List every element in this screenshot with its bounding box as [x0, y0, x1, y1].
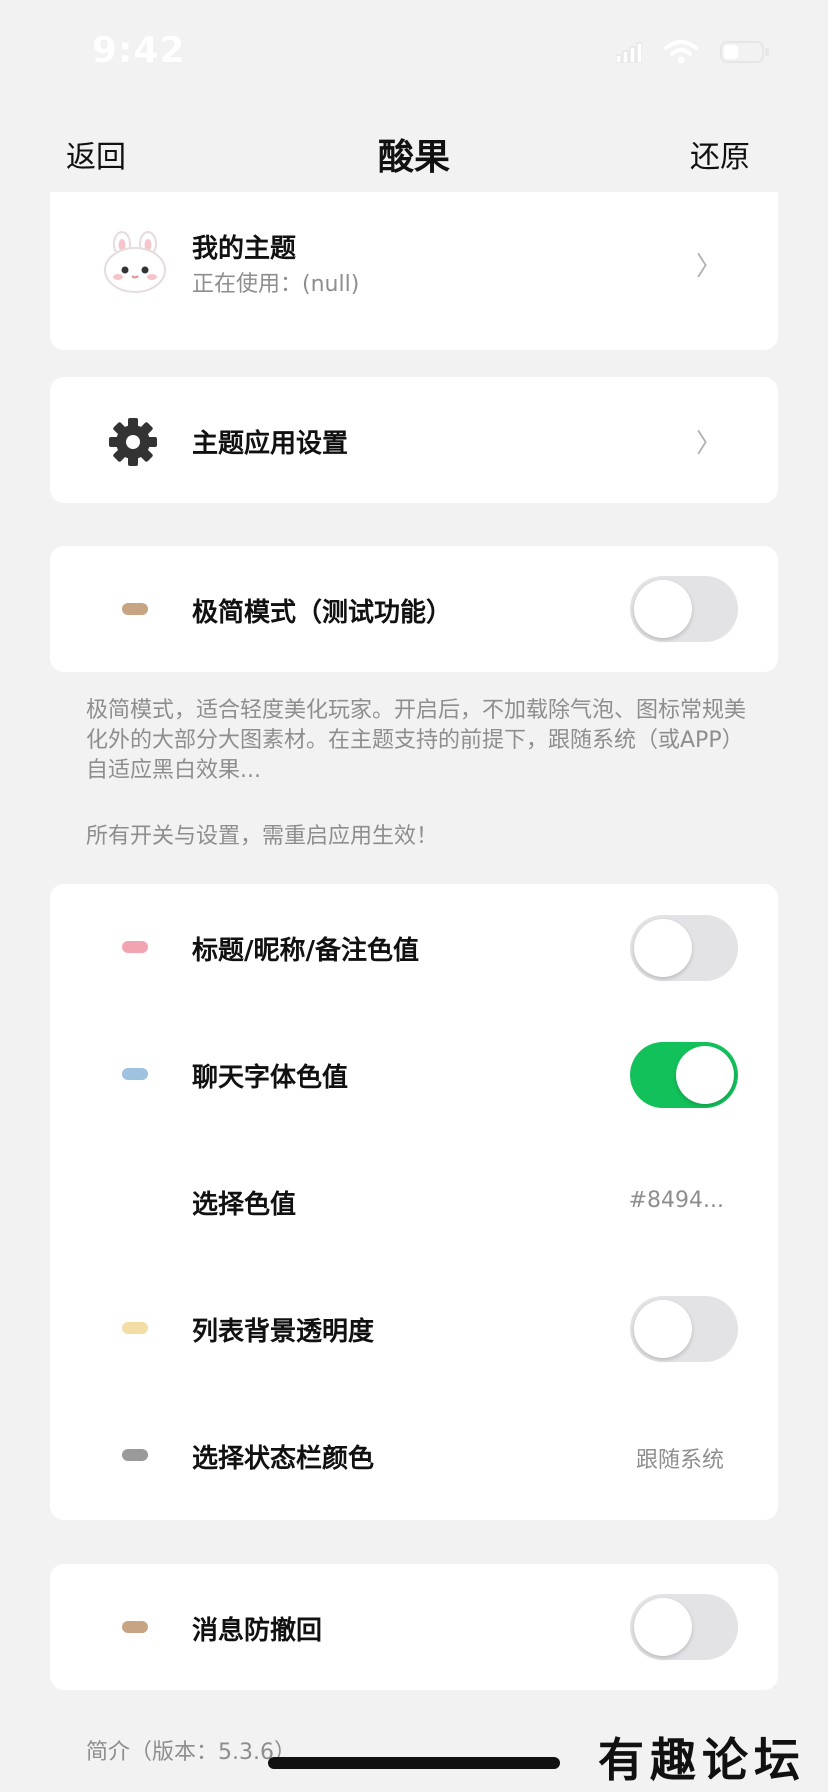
current-theme-status: 正在使用：(null) [192, 272, 360, 297]
theme-settings-card[interactable]: 主题应用设置 〉 [50, 377, 778, 503]
option-dot [122, 941, 148, 953]
title-color-toggle[interactable] [630, 915, 738, 981]
option-status-bar-color[interactable]: 选择状态栏颜色 跟随系统 [50, 1392, 778, 1520]
option-select-color[interactable]: 选择色值 #8494... [50, 1138, 778, 1266]
anti-recall-card: 消息防撤回 [50, 1564, 778, 1690]
watermark: 有趣论坛 [598, 1733, 806, 1787]
minimal-mode-dot [122, 603, 148, 615]
option-dot [122, 1068, 148, 1080]
option-label: 标题/昵称/备注色值 [192, 936, 419, 966]
anti-recall-label: 消息防撤回 [192, 1616, 323, 1646]
bunny-avatar-icon [104, 231, 166, 293]
option-list-bg-opacity: 列表背景透明度 [50, 1265, 778, 1393]
anti-recall-toggle[interactable] [630, 1594, 738, 1660]
toggle-knob [634, 1598, 692, 1656]
option-title-color: 标题/昵称/备注色值 [50, 884, 778, 1012]
wifi-icon [664, 40, 698, 64]
my-theme-title: 我的主题 [192, 234, 297, 264]
list-bg-opacity-toggle[interactable] [630, 1296, 738, 1362]
minimal-mode-description: 极简模式，适合轻度美化玩家。开启后，不加载除气泡、图标常规美化外的大部分大图素材… [86, 698, 747, 783]
reset-button[interactable]: 还原 [690, 132, 750, 176]
theme-settings-title: 主题应用设置 [192, 429, 349, 459]
toggle-knob [634, 580, 692, 638]
chat-font-color-toggle[interactable] [630, 1042, 738, 1108]
restart-note: 所有开关与设置，需重启应用生效！ [86, 824, 439, 849]
option-label: 选择色值 [192, 1190, 297, 1220]
minimal-mode-card: 极简模式（测试功能） [50, 546, 778, 672]
navigation-bar: 返回 酸果 还原 [0, 110, 828, 196]
option-label: 聊天字体色值 [192, 1063, 349, 1093]
my-theme-card[interactable]: 我的主题 正在使用：(null) 〉 [50, 192, 778, 350]
toggle-knob [634, 1300, 692, 1358]
appearance-options-card: 标题/昵称/备注色值 聊天字体色值 选择色值 #8494... 列表背景透明度 … [50, 884, 778, 1520]
toggle-knob [676, 1046, 734, 1104]
selected-color-value: #8494... [628, 1188, 724, 1213]
status-bar: 9:42 [0, 0, 828, 110]
cellular-signal-icon [616, 42, 642, 63]
home-indicator[interactable] [268, 1757, 560, 1769]
minimal-mode-toggle[interactable] [630, 576, 738, 642]
gear-icon [109, 418, 157, 466]
minimal-mode-label: 极简模式（测试功能） [192, 598, 453, 628]
option-label: 列表背景透明度 [192, 1317, 375, 1347]
chevron-right-icon: 〉 [695, 429, 722, 459]
option-chat-font-color: 聊天字体色值 [50, 1011, 778, 1139]
option-dot [122, 1322, 148, 1334]
option-dot [122, 1449, 148, 1461]
anti-recall-dot [122, 1621, 148, 1633]
status-icons [616, 40, 770, 64]
option-label: 选择状态栏颜色 [192, 1444, 375, 1474]
status-bar-color-value: 跟随系统 [635, 1448, 724, 1473]
status-time: 9:42 [92, 30, 186, 71]
chevron-right-icon: 〉 [695, 252, 722, 282]
battery-icon [720, 41, 769, 63]
toggle-knob [634, 919, 692, 977]
